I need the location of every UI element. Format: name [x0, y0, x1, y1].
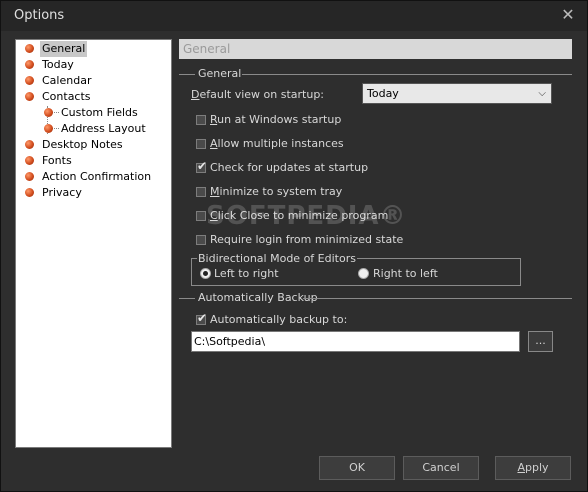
- tree-bullet-icon: [25, 76, 34, 85]
- allow-multiple-instances-checkbox[interactable]: [196, 139, 206, 149]
- tree-item-label: Action Confirmation: [42, 170, 152, 183]
- run-at-startup-checkbox[interactable]: [196, 115, 206, 125]
- tree-item-label: General: [40, 41, 88, 57]
- ok-button[interactable]: OK: [319, 456, 395, 480]
- tree-item-label: Custom Fields: [61, 106, 138, 119]
- cancel-button[interactable]: Cancel: [403, 456, 479, 480]
- label-text: inimize to system tray: [219, 185, 343, 198]
- softpedia-watermark: SOFTPEDIA®: [206, 201, 407, 231]
- group-divider: [303, 298, 572, 299]
- section-title: General: [179, 39, 572, 59]
- group-divider: [179, 298, 195, 299]
- auto-backup-checkbox[interactable]: [196, 311, 207, 325]
- radio-label: Left to right: [214, 267, 279, 280]
- tree-item-label: Contacts: [42, 90, 91, 103]
- checkbox-label: Automatically backup to:: [210, 313, 348, 326]
- radio-label: Right to left: [373, 267, 438, 280]
- browse-button[interactable]: ...: [528, 331, 553, 352]
- tree-bullet-icon: [25, 156, 34, 165]
- title-bar: Options ✕: [1, 1, 587, 31]
- tree-bullet-icon: [25, 172, 34, 181]
- tree-bullet-icon: [25, 140, 34, 149]
- options-window: Options ✕ General Today Calendar Contact…: [0, 0, 588, 492]
- group-label-backup: Automatically Backup: [198, 291, 318, 304]
- tree-item-label: Calendar: [42, 74, 92, 87]
- category-tree: General Today Calendar Contacts Custom F…: [15, 39, 172, 448]
- require-login-checkbox[interactable]: [196, 235, 206, 245]
- label-text: efault view on startup:: [199, 88, 325, 101]
- group-label-general: General: [198, 67, 242, 80]
- right-to-left-radio[interactable]: [358, 268, 369, 279]
- tree-bullet-icon: [44, 124, 53, 133]
- checkbox-label: Run at Windows startup: [210, 113, 341, 126]
- tree-bullet-icon: [25, 92, 34, 101]
- check-updates-checkbox[interactable]: [196, 159, 207, 173]
- close-to-minimize-checkbox[interactable]: [196, 211, 206, 221]
- default-view-label: Default view on startup:: [191, 88, 324, 101]
- checkbox-label: Check for updates at startup: [210, 161, 369, 174]
- label-mnemonic: A: [210, 137, 218, 150]
- tree-item-label: Privacy: [42, 186, 82, 199]
- minimize-to-tray-checkbox[interactable]: [196, 187, 206, 197]
- chevron-down-icon: ⌵: [538, 88, 546, 99]
- window-title: Options: [14, 8, 65, 23]
- tree-bullet-icon: [25, 44, 34, 53]
- checkbox-label: Require login from minimized state: [210, 233, 404, 246]
- checkbox-label: Minimize to system tray: [210, 185, 342, 198]
- label-mnemonic: M: [210, 185, 220, 198]
- label-text: un at Windows startup: [217, 113, 342, 126]
- tree-item-label: Desktop Notes: [42, 138, 123, 151]
- default-view-select[interactable]: Today ⌵: [362, 83, 552, 104]
- label-text: llow multiple instances: [217, 137, 344, 150]
- label-text: pply: [525, 461, 549, 474]
- apply-button[interactable]: Apply: [495, 456, 571, 480]
- tree-bullet-icon: [44, 108, 53, 117]
- select-value: Today: [367, 87, 399, 100]
- close-icon[interactable]: ✕: [559, 6, 577, 24]
- tree-bullet-icon: [25, 60, 34, 69]
- left-to-right-radio[interactable]: [200, 268, 211, 279]
- checkbox-label: Allow multiple instances: [210, 137, 344, 150]
- group-divider: [179, 74, 195, 75]
- tree-bullet-icon: [25, 188, 34, 197]
- tree-item-label: Fonts: [42, 154, 72, 167]
- group-divider: [242, 74, 572, 75]
- tree-item-label: Today: [42, 58, 74, 71]
- backup-path-input[interactable]: C:\Softpedia\: [191, 331, 520, 352]
- label-mnemonic: A: [517, 461, 525, 474]
- tree-item-label: Address Layout: [61, 122, 146, 135]
- bidi-legend: Bidirectional Mode of Editors: [197, 252, 357, 265]
